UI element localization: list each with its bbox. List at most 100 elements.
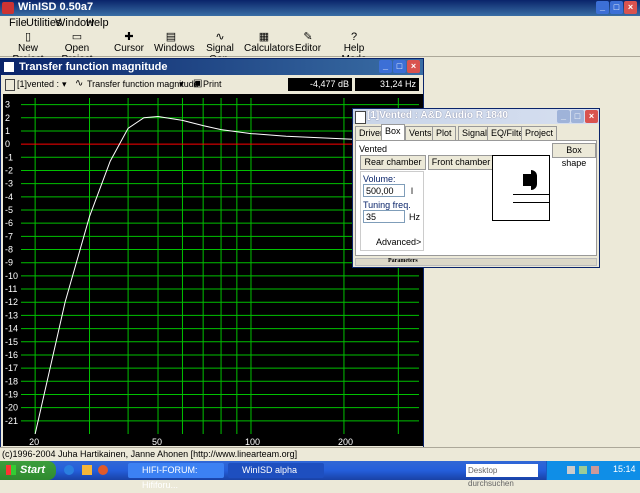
tray-icon-3[interactable] — [591, 466, 599, 474]
y-tick-label: 2 — [5, 113, 10, 123]
tuning-label: Tuning freq. — [363, 200, 411, 210]
windows-icon: ▤ — [165, 31, 177, 43]
new-doc-icon: ▯ — [24, 31, 32, 43]
new-project-button[interactable]: ▯New Project — [8, 31, 48, 65]
port-line-top — [513, 194, 549, 195]
graph-dropdown-icon[interactable]: ▾ — [179, 79, 184, 90]
box-settings-dialog: [1]Vented : A&D Audio R 1840 _ □ × Drive… — [352, 108, 600, 268]
graph-icon — [4, 62, 14, 72]
tuning-field[interactable]: 35 — [363, 210, 405, 223]
tab-project[interactable]: Project — [521, 126, 558, 140]
y-tick-label: -9 — [5, 258, 13, 268]
y-tick-label: -15 — [5, 337, 18, 347]
x-tick-label: 50 — [152, 437, 162, 446]
x-tick-label: 100 — [245, 437, 260, 446]
y-tick-label: -6 — [5, 218, 13, 228]
print-button[interactable]: Print — [203, 79, 222, 89]
firefox-icon[interactable] — [98, 465, 108, 475]
main-title-bar: WinISD 0.50a7 _ □ × — [0, 0, 640, 16]
driver-icon — [523, 174, 531, 186]
signal-gen-button[interactable]: ∿Signal Gen. — [200, 31, 240, 65]
tray-icon-2[interactable] — [579, 466, 587, 474]
task-hifi-forum[interactable]: HIFI-FORUM: Hififoru... — [128, 463, 224, 490]
print-icon: ▣ — [193, 78, 203, 89]
open-project-button[interactable]: ▭Open Project — [52, 31, 102, 65]
volume-unit: l — [411, 186, 413, 196]
x-tick-label: 200 — [338, 437, 353, 446]
y-tick-label: -5 — [5, 205, 13, 215]
project-dropdown-icon[interactable]: ▾ — [62, 79, 67, 90]
params-label: Parameters — [388, 258, 418, 264]
editor-button[interactable]: ✎ Editor — [294, 31, 322, 55]
cursor-button[interactable]: ✚ Cursor — [114, 31, 144, 55]
tf-minimize-icon[interactable]: _ — [379, 60, 392, 73]
tray-icon-1[interactable] — [567, 466, 575, 474]
ie-icon[interactable] — [64, 465, 74, 475]
windows-logo-icon — [6, 465, 16, 475]
y-tick-label: -13 — [5, 310, 18, 320]
y-tick-label: -8 — [5, 245, 13, 255]
dlg-maximize-icon[interactable]: □ — [571, 110, 584, 123]
tf-title: Transfer function magnitude — [19, 61, 168, 73]
wave-icon: ∿ — [75, 78, 84, 89]
x-tick-label: 20 — [29, 437, 39, 446]
y-tick-label: -1 — [5, 152, 13, 162]
advanced-button[interactable]: Advanced> — [376, 237, 421, 247]
rear-chamber-button[interactable]: Rear chamber — [360, 155, 426, 170]
dlg-close-icon[interactable]: × — [585, 110, 598, 123]
folder-icon[interactable] — [82, 465, 92, 475]
port-line-bottom — [513, 202, 549, 203]
y-tick-label: -7 — [5, 231, 13, 241]
tf-maximize-icon[interactable]: □ — [393, 60, 406, 73]
minimize-icon[interactable]: _ — [596, 1, 609, 14]
tf-close-icon[interactable]: × — [407, 60, 420, 73]
box-diagram — [492, 155, 550, 221]
desktop-search-field[interactable]: Desktop durchsuchen — [466, 464, 538, 488]
tf-toolbar: [1]vented : ▾ ∿ Transfer function magnit… — [3, 77, 423, 93]
dlg-minimize-icon[interactable]: _ — [557, 110, 570, 123]
y-tick-label: -4 — [5, 192, 13, 202]
project-select[interactable]: [1]vented : — [17, 79, 59, 89]
y-tick-label: -11 — [5, 284, 17, 294]
menu-file[interactable]: File — [9, 17, 27, 29]
tab-box[interactable]: Box — [381, 124, 405, 140]
tab-vents[interactable]: Vents — [405, 126, 436, 140]
calculators-button[interactable]: ▦ Calculators — [244, 31, 294, 55]
box-type-label: Vented — [359, 144, 388, 154]
tab-plot[interactable]: Plot — [432, 126, 456, 140]
y-tick-label: -18 — [5, 376, 18, 386]
volume-label: Volume: — [363, 174, 396, 184]
y-tick-label: -17 — [5, 363, 18, 373]
front-chamber-button[interactable]: Front chamber — [428, 155, 494, 170]
tab-panel: Vented Box shape Rear chamber Front cham… — [355, 140, 597, 256]
folder-icon: ▭ — [71, 31, 83, 43]
y-tick-label: -3 — [5, 179, 13, 189]
menu-help[interactable]: Help — [86, 17, 109, 29]
y-tick-label: -19 — [5, 389, 18, 399]
clock: 15:14 — [613, 464, 636, 474]
y-tick-label: -21 — [5, 416, 18, 426]
close-icon[interactable]: × — [624, 1, 637, 14]
y-tick-label: 0 — [5, 139, 10, 149]
dialog-title-bar: [1]Vented : A&D Audio R 1840 _ □ × — [353, 109, 599, 124]
taskbar: Start HIFI-FORUM: Hififoru... WinISD alp… — [0, 461, 640, 490]
box-shape-button[interactable]: Box shape — [552, 143, 596, 168]
task-winisd[interactable]: WinISD alpha — [228, 463, 324, 478]
y-tick-label: -16 — [5, 350, 18, 360]
app-title: WinISD 0.50a7 — [18, 1, 94, 13]
help-icon: ? — [350, 31, 358, 43]
windows-button[interactable]: ▤ Windows — [154, 31, 195, 55]
dialog-icon — [355, 111, 366, 124]
maximize-icon[interactable]: □ — [610, 1, 623, 14]
tuning-unit: Hz — [409, 212, 420, 222]
y-tick-label: 3 — [5, 100, 10, 110]
tf-title-bar: Transfer function magnitude _ □ × — [1, 59, 423, 75]
volume-field[interactable]: 500,00 — [363, 184, 405, 197]
signal-icon: ∿ — [215, 31, 225, 43]
system-tray: 15:14 — [546, 461, 640, 480]
menu-bar: File Utilities Window Help — [0, 16, 640, 30]
start-button[interactable]: Start — [0, 461, 56, 480]
cone-icon — [531, 170, 537, 190]
help-mode-button[interactable]: ?Help Mode — [334, 31, 374, 65]
dialog-title: [1]Vented : A&D Audio R 1840 — [367, 110, 508, 121]
